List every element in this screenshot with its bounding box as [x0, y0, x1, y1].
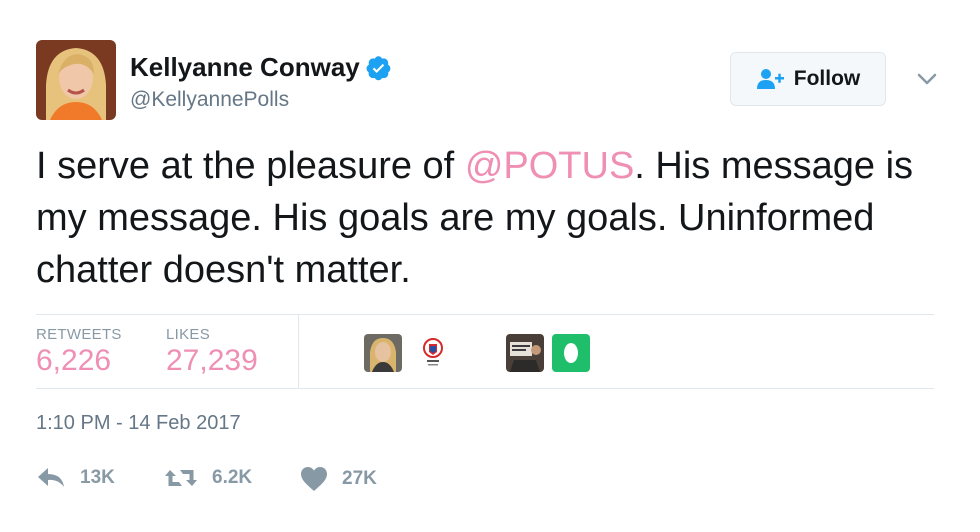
like-count: 27K — [342, 468, 377, 489]
follow-button[interactable]: Follow — [730, 52, 886, 106]
liker-avatar[interactable] — [552, 334, 590, 372]
author-name[interactable]: Kellyanne Conway — [130, 52, 360, 83]
tweet-text: I serve at the pleasure of @POTUS. His m… — [36, 140, 936, 296]
retweets-label: RETWEETS — [36, 326, 122, 343]
tweet-timestamp[interactable]: 1:10 PM - 14 Feb 2017 — [36, 412, 241, 435]
reply-button[interactable]: 13K — [36, 466, 115, 490]
like-button[interactable]: 27K — [300, 466, 377, 492]
likes-count[interactable]: 27,239 — [166, 344, 258, 378]
retweets-count[interactable]: 6,226 — [36, 344, 111, 378]
verified-badge-icon — [366, 55, 391, 80]
follow-label: Follow — [793, 67, 861, 90]
mention-link[interactable]: @POTUS — [465, 145, 634, 187]
retweet-count: 6.2K — [212, 467, 253, 488]
liker-avatar[interactable] — [506, 334, 544, 372]
stats-divider-vertical — [298, 315, 299, 388]
reply-count: 13K — [80, 467, 115, 488]
heart-icon — [301, 467, 327, 491]
author-avatar[interactable] — [36, 40, 116, 120]
liker-avatar[interactable] — [420, 334, 458, 372]
chevron-down-icon[interactable] — [914, 66, 940, 92]
retweet-button[interactable]: 6.2K — [164, 466, 252, 490]
likes-label: LIKES — [166, 326, 211, 343]
stats-divider-bottom — [36, 388, 934, 389]
add-user-icon — [756, 69, 784, 89]
reply-icon — [38, 468, 64, 487]
author-handle[interactable]: @KellyannePolls — [130, 88, 289, 112]
tweet-text-before: I serve at the pleasure of — [36, 145, 465, 187]
author-name-row[interactable]: Kellyanne Conway — [130, 52, 392, 83]
stats-divider-top — [36, 314, 934, 315]
liker-avatar[interactable] — [364, 334, 402, 372]
retweet-icon — [165, 470, 197, 486]
